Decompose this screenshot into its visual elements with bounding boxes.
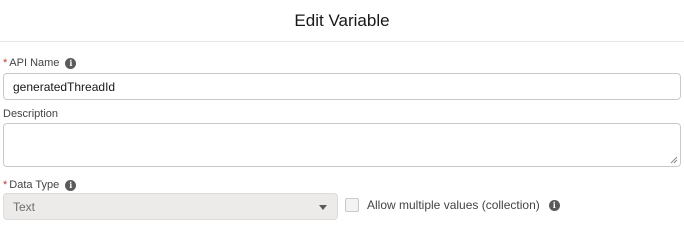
info-icon[interactable]: i — [548, 199, 560, 211]
info-icon[interactable]: i — [65, 179, 77, 191]
collection-checkbox-row: Allow multiple values (collection) i — [345, 198, 560, 212]
data-type-label-row: * Data Type i — [3, 179, 77, 191]
info-icon[interactable]: i — [65, 57, 77, 69]
required-marker: * — [3, 57, 8, 69]
description-label: Description — [3, 108, 59, 120]
modal-header: Edit Variable — [0, 0, 684, 42]
modal-title: Edit Variable — [294, 10, 390, 30]
data-type-select[interactable]: Text — [3, 193, 338, 220]
api-name-label: API Name — [9, 57, 60, 69]
api-name-label-row: * API Name i — [3, 57, 77, 69]
collection-label[interactable]: Allow multiple values (collection) — [367, 198, 540, 212]
data-type-selected-value: Text — [13, 199, 36, 214]
api-name-input[interactable]: generatedThreadId — [3, 73, 681, 100]
chevron-down-icon — [319, 205, 327, 210]
required-marker: * — [3, 179, 8, 191]
resize-grip-icon[interactable] — [670, 156, 678, 164]
collection-checkbox[interactable] — [345, 198, 359, 212]
edit-variable-modal: Edit Variable * API Name i generatedThre… — [0, 0, 684, 228]
description-label-row: Description — [3, 108, 58, 120]
api-name-value: generatedThreadId — [13, 79, 116, 94]
data-type-label: Data Type — [9, 179, 60, 191]
description-textarea[interactable] — [3, 123, 681, 167]
